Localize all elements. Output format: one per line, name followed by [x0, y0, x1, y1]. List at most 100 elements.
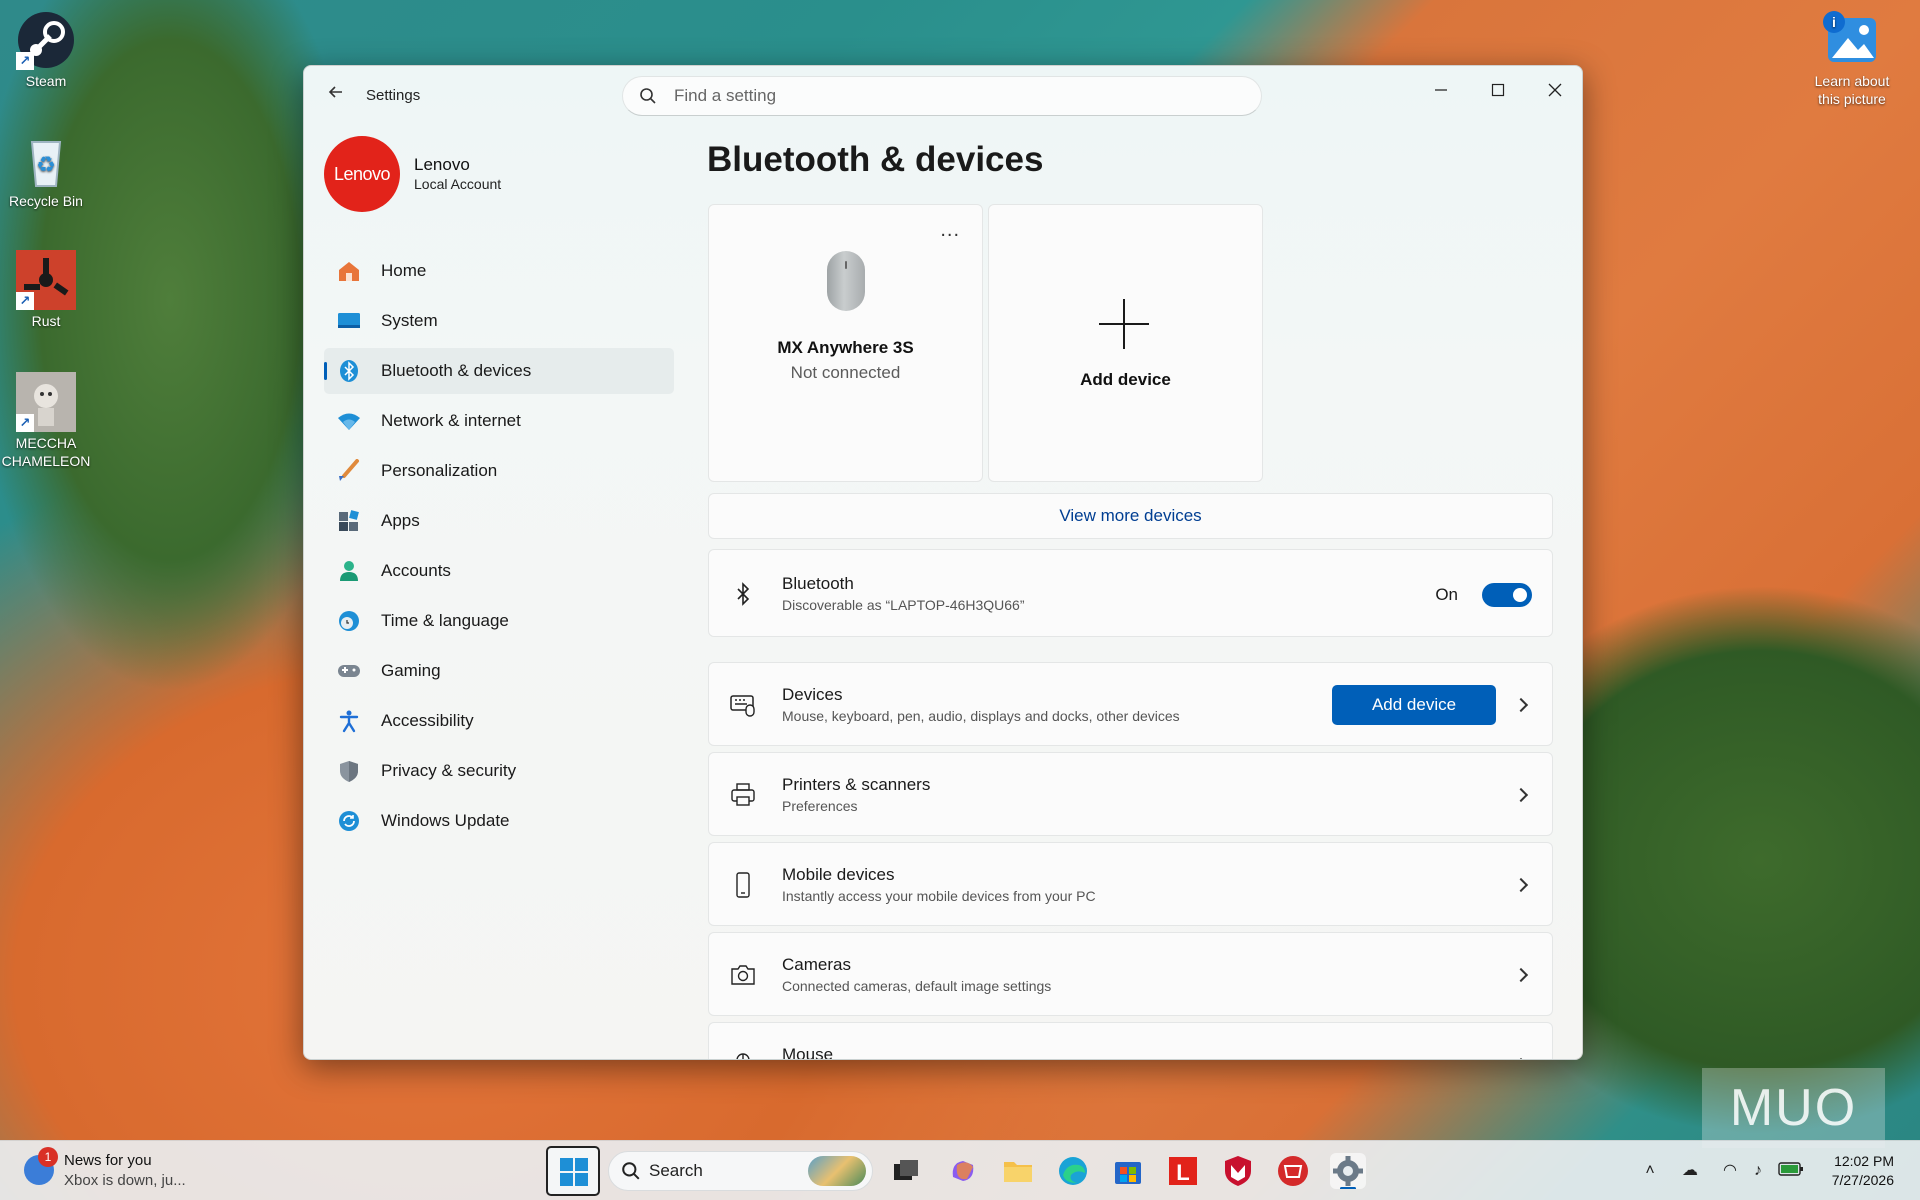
- minimize-button[interactable]: [1418, 76, 1464, 106]
- taskbar: 1 News for you Xbox is down, ju... Searc…: [0, 1140, 1920, 1200]
- volume-icon[interactable]: ♪: [1748, 1161, 1768, 1181]
- bluetooth-toggle[interactable]: [1482, 583, 1532, 607]
- settings-app-icon[interactable]: [1330, 1153, 1366, 1190]
- sidebar-item-personalization[interactable]: Personalization: [324, 448, 674, 494]
- cloud-offline-icon[interactable]: ☁: [1680, 1161, 1700, 1181]
- arrow-left-icon: [328, 86, 342, 98]
- avatar[interactable]: Lenovo: [324, 136, 400, 212]
- clock[interactable]: 12:02 PM 7/27/2026: [1832, 1152, 1894, 1190]
- sidebar-item-apps[interactable]: Apps: [324, 498, 674, 544]
- view-more-devices-button[interactable]: View more devices: [708, 493, 1553, 539]
- chevron-up-icon[interactable]: ˄: [1640, 1161, 1660, 1181]
- printers-scanners-row[interactable]: Printers & scanners Preferences: [708, 752, 1553, 836]
- lenovo-vantage-icon[interactable]: L: [1165, 1153, 1201, 1189]
- add-device-button[interactable]: Add device: [1332, 685, 1496, 725]
- title-bar: Settings Find a setting: [304, 66, 1582, 126]
- sidebar-item-home[interactable]: Home: [324, 248, 674, 294]
- minimize-icon: [1435, 89, 1447, 91]
- desktop-icon-label: Learn about this picture: [1814, 73, 1890, 107]
- search-icon: [622, 1162, 640, 1180]
- page-title: Bluetooth & devices: [707, 140, 1044, 179]
- shopping-app-icon[interactable]: [1275, 1153, 1311, 1189]
- cameras-subtitle: Connected cameras, default image setting…: [782, 978, 1052, 994]
- profile-name: Lenovo: [414, 155, 470, 174]
- close-icon: [1548, 83, 1562, 97]
- back-button[interactable]: [322, 82, 350, 110]
- task-view-icon[interactable]: [888, 1153, 924, 1189]
- chevron-right-icon: [1516, 790, 1528, 802]
- globe-clock-icon: [339, 611, 359, 631]
- desktop-icon-meccha-chameleon[interactable]: ↗ MECCHA CHAMELEON: [0, 372, 92, 470]
- add-device-card[interactable]: Add device: [988, 204, 1263, 482]
- sidebar-item-gaming[interactable]: Gaming: [324, 648, 674, 694]
- sidebar-item-bluetooth-devices[interactable]: Bluetooth & devices: [324, 348, 674, 394]
- sidebar-item-system[interactable]: System: [324, 298, 674, 344]
- settings-window: Settings Find a setting Lenovo Lenovo Lo…: [303, 65, 1583, 1060]
- battery-icon[interactable]: [1778, 1161, 1804, 1181]
- search-highlight-image: [808, 1156, 866, 1186]
- close-button[interactable]: [1532, 76, 1578, 106]
- chevron-right-icon: [1516, 880, 1528, 892]
- device-card-mx-anywhere[interactable]: ... MX Anywhere 3S Not connected: [708, 204, 983, 482]
- cameras-title: Cameras: [782, 955, 851, 974]
- search-icon: [640, 88, 656, 104]
- cameras-row[interactable]: Cameras Connected cameras, default image…: [708, 932, 1553, 1016]
- plus-icon: [1099, 299, 1149, 349]
- notification-badge: 1: [38, 1147, 58, 1167]
- bluetooth-icon: [737, 582, 750, 606]
- bluetooth-state-label: On: [1435, 585, 1458, 604]
- devices-row[interactable]: Devices Mouse, keyboard, pen, audio, dis…: [708, 662, 1553, 746]
- rust-icon: ↗: [16, 250, 76, 310]
- accounts-icon: [340, 561, 358, 581]
- bluetooth-row: Bluetooth Discoverable as “LAPTOP-46H3QU…: [708, 549, 1553, 637]
- brush-icon: [339, 459, 359, 481]
- accessibility-icon: [339, 710, 359, 733]
- start-button[interactable]: [546, 1146, 600, 1196]
- desktop-icon-steam[interactable]: ↗ Steam: [0, 10, 92, 90]
- sidebar-item-windows-update[interactable]: Windows Update: [324, 798, 674, 844]
- windows-logo-icon: [560, 1158, 588, 1186]
- printers-subtitle: Preferences: [782, 798, 858, 814]
- maximize-button[interactable]: [1475, 76, 1521, 106]
- search-label: Search: [649, 1161, 703, 1180]
- app-title: Settings: [366, 87, 421, 104]
- mouse-icon: [827, 251, 865, 311]
- file-explorer-icon[interactable]: [1000, 1153, 1036, 1189]
- profile-account-type: Local Account: [414, 176, 502, 192]
- desktop-icon-label: Steam: [25, 73, 67, 89]
- watermark-logo: MUO: [1702, 1068, 1885, 1148]
- taskbar-search[interactable]: Search: [608, 1151, 873, 1191]
- mcafee-icon[interactable]: [1220, 1153, 1256, 1189]
- mobile-devices-row[interactable]: Mobile devices Instantly access your mob…: [708, 842, 1553, 926]
- sidebar-item-privacy-security[interactable]: Privacy & security: [324, 748, 674, 794]
- news-subtitle[interactable]: Xbox is down, ju...: [64, 1172, 186, 1189]
- phone-icon: [736, 872, 750, 898]
- wifi-icon[interactable]: ◠: [1720, 1161, 1740, 1181]
- microsoft-store-icon[interactable]: [1110, 1153, 1146, 1189]
- printer-icon: [731, 783, 755, 806]
- time-label: 12:02 PM: [1834, 1153, 1894, 1169]
- devices-title: Devices: [782, 685, 843, 704]
- mouse-row[interactable]: Mouse: [708, 1022, 1553, 1059]
- mobile-devices-title: Mobile devices: [782, 865, 895, 884]
- desktop-icon-spotlight[interactable]: i Learn about this picture: [1806, 10, 1898, 108]
- desktop-icon-label: Recycle Bin: [9, 193, 83, 209]
- desktop-icon-recycle-bin[interactable]: ♻ Recycle Bin: [0, 130, 92, 210]
- news-title[interactable]: News for you: [64, 1152, 152, 1169]
- copilot-icon[interactable]: [945, 1153, 981, 1189]
- more-options-button[interactable]: ...: [940, 219, 960, 242]
- sidebar-item-network-internet[interactable]: Network & internet: [324, 398, 674, 444]
- edge-browser-icon[interactable]: [1055, 1153, 1091, 1189]
- search-placeholder: Find a setting: [674, 86, 777, 105]
- maximize-icon: [1491, 83, 1505, 97]
- sidebar-item-accessibility[interactable]: Accessibility: [324, 698, 674, 744]
- search-input[interactable]: Find a setting: [622, 76, 1262, 116]
- shortcut-arrow-icon: ↗: [16, 292, 34, 310]
- sidebar-item-time-language[interactable]: Time & language: [324, 598, 674, 644]
- home-icon: [339, 262, 359, 281]
- sidebar-item-accounts[interactable]: Accounts: [324, 548, 674, 594]
- printers-title: Printers & scanners: [782, 775, 931, 794]
- desktop-icon-rust[interactable]: ↗ Rust: [0, 250, 92, 330]
- keyboard-mouse-icon: [730, 695, 755, 717]
- bluetooth-icon: [340, 360, 358, 382]
